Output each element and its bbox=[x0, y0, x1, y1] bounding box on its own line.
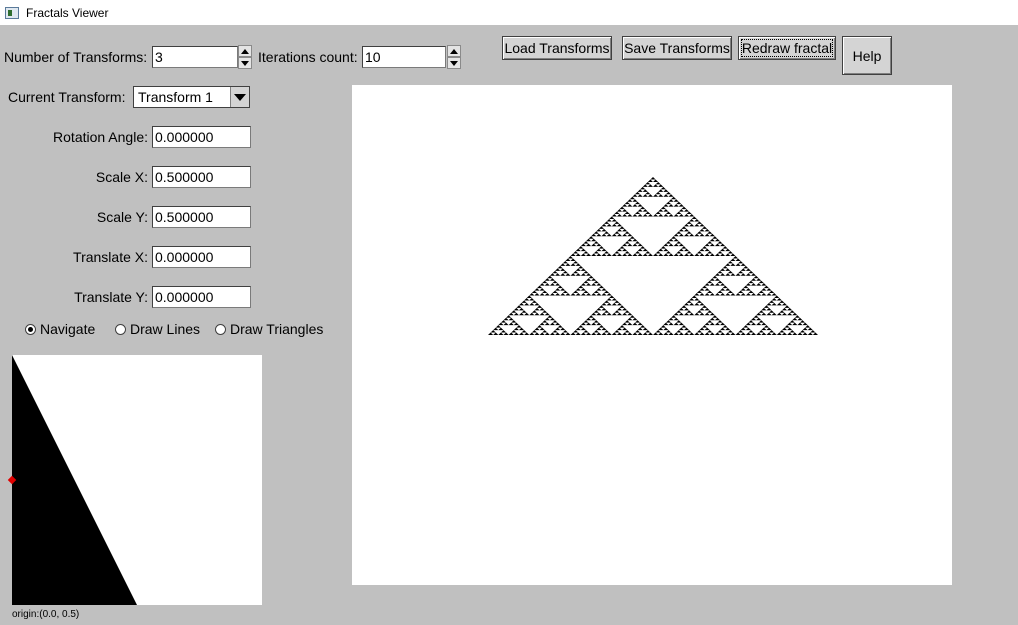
scale-x-input[interactable] bbox=[152, 166, 251, 188]
iterations-input[interactable] bbox=[362, 46, 446, 68]
radio-selected-icon bbox=[25, 323, 36, 335]
window-title: Fractals Viewer bbox=[26, 5, 109, 20]
origin-readout: origin:(0.0, 0.5) bbox=[12, 609, 80, 620]
arrow-up-icon bbox=[241, 48, 249, 54]
iterations-spinner[interactable] bbox=[447, 45, 461, 69]
scale-x-label: Scale X: bbox=[95, 169, 148, 185]
num-transforms-decrement-button[interactable] bbox=[238, 57, 252, 69]
iterations-increment-button[interactable] bbox=[447, 45, 461, 57]
redraw-fractal-label: Redraw fractal bbox=[740, 39, 834, 57]
draw-triangles-radio[interactable]: Draw Triangles bbox=[215, 321, 323, 337]
redraw-fractal-button[interactable]: Redraw fractal bbox=[738, 36, 836, 60]
fractal-canvas[interactable] bbox=[352, 85, 952, 585]
navigate-radio[interactable]: Navigate bbox=[25, 321, 95, 337]
iterations-decrement-button[interactable] bbox=[447, 57, 461, 69]
title-bar: Fractals Viewer bbox=[0, 0, 1018, 25]
draw-triangles-radio-label: Draw Triangles bbox=[230, 321, 324, 337]
sierpinski-fractal bbox=[488, 177, 818, 335]
current-transform-value: Transform 1 bbox=[138, 89, 213, 105]
num-transforms-input[interactable] bbox=[152, 46, 238, 68]
scale-y-label: Scale Y: bbox=[96, 209, 148, 225]
load-transforms-label: Load Transforms bbox=[504, 40, 610, 56]
help-button[interactable]: Help bbox=[842, 36, 892, 75]
draw-lines-radio-label: Draw Lines bbox=[130, 321, 201, 337]
arrow-down-icon bbox=[241, 60, 249, 66]
translate-y-label: Translate Y: bbox=[74, 289, 148, 305]
fractal-triangles bbox=[488, 177, 818, 335]
dropdown-arrow-icon[interactable] bbox=[230, 87, 249, 107]
num-transforms-spinner[interactable] bbox=[238, 45, 252, 69]
save-transforms-label: Save Transforms bbox=[624, 40, 730, 56]
transform-preview-shape bbox=[12, 355, 137, 605]
current-transform-label: Current Transform: bbox=[8, 89, 126, 105]
translate-y-input[interactable] bbox=[152, 286, 251, 308]
navigate-radio-label: Navigate bbox=[40, 321, 96, 337]
load-transforms-button[interactable]: Load Transforms bbox=[502, 36, 612, 60]
translate-x-label: Translate X: bbox=[73, 249, 148, 265]
scale-y-input[interactable] bbox=[152, 206, 251, 228]
save-transforms-button[interactable]: Save Transforms bbox=[622, 36, 732, 60]
radio-unselected-icon bbox=[215, 323, 226, 335]
num-transforms-increment-button[interactable] bbox=[238, 45, 252, 57]
arrow-up-icon bbox=[450, 48, 458, 54]
rotation-angle-label: Rotation Angle: bbox=[53, 129, 148, 145]
num-transforms-label: Number of Transforms: bbox=[4, 49, 148, 65]
draw-lines-radio[interactable]: Draw Lines bbox=[115, 321, 200, 337]
iterations-label: Iterations count: bbox=[258, 49, 358, 65]
arrow-down-icon bbox=[450, 60, 458, 66]
help-label: Help bbox=[852, 47, 882, 64]
transform-preview-canvas[interactable] bbox=[12, 355, 262, 605]
current-transform-select[interactable]: Transform 1 bbox=[133, 86, 250, 108]
rotation-angle-input[interactable] bbox=[152, 126, 251, 148]
radio-unselected-icon bbox=[115, 323, 126, 335]
translate-x-input[interactable] bbox=[152, 246, 251, 268]
app-window-icon bbox=[5, 6, 19, 19]
